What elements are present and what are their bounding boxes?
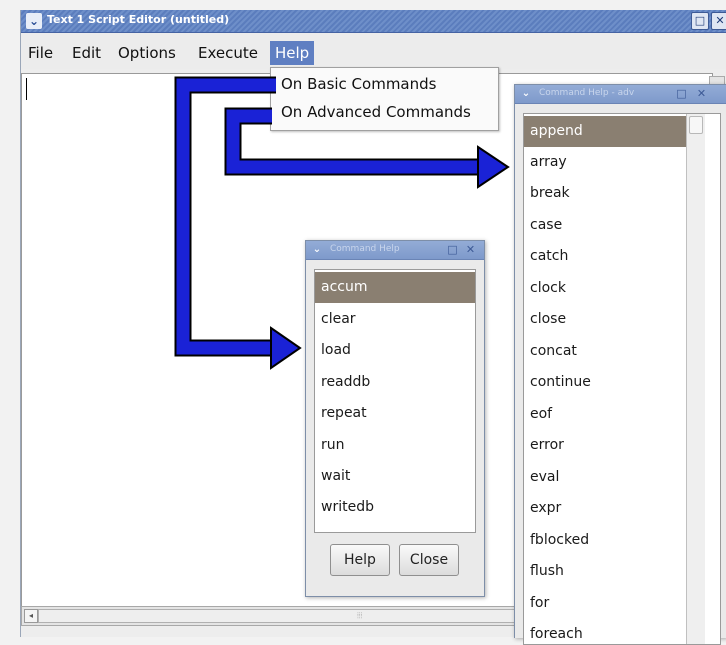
close-button[interactable]: Close xyxy=(399,544,459,576)
maximize-button[interactable]: □ xyxy=(691,12,709,30)
list-item-repeat[interactable]: repeat xyxy=(315,398,475,429)
advanced-list-scrollbar[interactable] xyxy=(686,114,705,644)
menu-file[interactable]: File xyxy=(28,44,53,62)
text-caret xyxy=(26,78,27,100)
list-item-load[interactable]: load xyxy=(315,335,475,366)
menu-item-on-basic-commands[interactable]: On Basic Commands xyxy=(281,75,436,93)
basic-command-help-window: ⌄ Command Help □ ✕ accum clear load read… xyxy=(305,240,485,597)
menu-edit[interactable]: Edit xyxy=(72,44,101,62)
list-item-clear[interactable]: clear xyxy=(315,304,475,335)
scroll-thumb[interactable] xyxy=(689,116,703,134)
list-item-writedb[interactable]: writedb xyxy=(315,492,475,523)
window-title: Text 1 Script Editor (untitled) xyxy=(47,13,230,26)
window-menu-icon[interactable]: ⌄ xyxy=(310,243,324,257)
advanced-help-title-bar[interactable]: ⌄ Command Help - adv □ ✕ xyxy=(515,85,726,104)
advanced-command-list[interactable]: append array break case catch clock clos… xyxy=(523,113,721,645)
advanced-help-title: Command Help - adv xyxy=(539,88,635,98)
list-item-wait[interactable]: wait xyxy=(315,461,475,492)
help-button[interactable]: Help xyxy=(330,544,390,576)
close-icon[interactable]: ✕ xyxy=(464,243,477,256)
menu-help[interactable]: Help xyxy=(270,41,315,65)
window-menu-icon[interactable]: ⌄ xyxy=(519,87,533,101)
close-icon[interactable]: ✕ xyxy=(695,87,708,100)
list-item-append[interactable]: append xyxy=(524,116,702,147)
maximize-icon[interactable]: □ xyxy=(675,87,688,100)
menu-item-on-advanced-commands[interactable]: On Advanced Commands xyxy=(281,103,471,121)
basic-help-title: Command Help xyxy=(330,244,400,254)
menu-options[interactable]: Options xyxy=(118,44,176,62)
close-window-button[interactable]: ✕ xyxy=(711,12,726,30)
list-item-accum[interactable]: accum xyxy=(315,272,475,303)
menu-execute[interactable]: Execute xyxy=(198,44,258,62)
grip-icon: ⦙⦙⦙ xyxy=(357,611,363,620)
window-menu-icon[interactable]: ⌄ xyxy=(26,13,42,29)
menu-bar: File Edit Options Execute Help xyxy=(21,33,726,69)
title-bar[interactable]: ⌄ Text 1 Script Editor (untitled) □ ✕ xyxy=(21,10,726,33)
maximize-icon[interactable]: □ xyxy=(446,243,459,256)
scroll-left-arrow-icon[interactable]: ◂ xyxy=(24,609,38,623)
list-item-readdb[interactable]: readdb xyxy=(315,367,475,398)
list-item-run[interactable]: run xyxy=(315,430,475,461)
basic-command-list[interactable]: accum clear load readdb repeat run wait … xyxy=(314,269,476,533)
advanced-command-help-window: ⌄ Command Help - adv □ ✕ append array br… xyxy=(514,84,726,645)
basic-help-title-bar[interactable]: ⌄ Command Help □ ✕ xyxy=(306,241,484,260)
help-dropdown-menu: On Basic Commands On Advanced Commands xyxy=(270,67,499,131)
